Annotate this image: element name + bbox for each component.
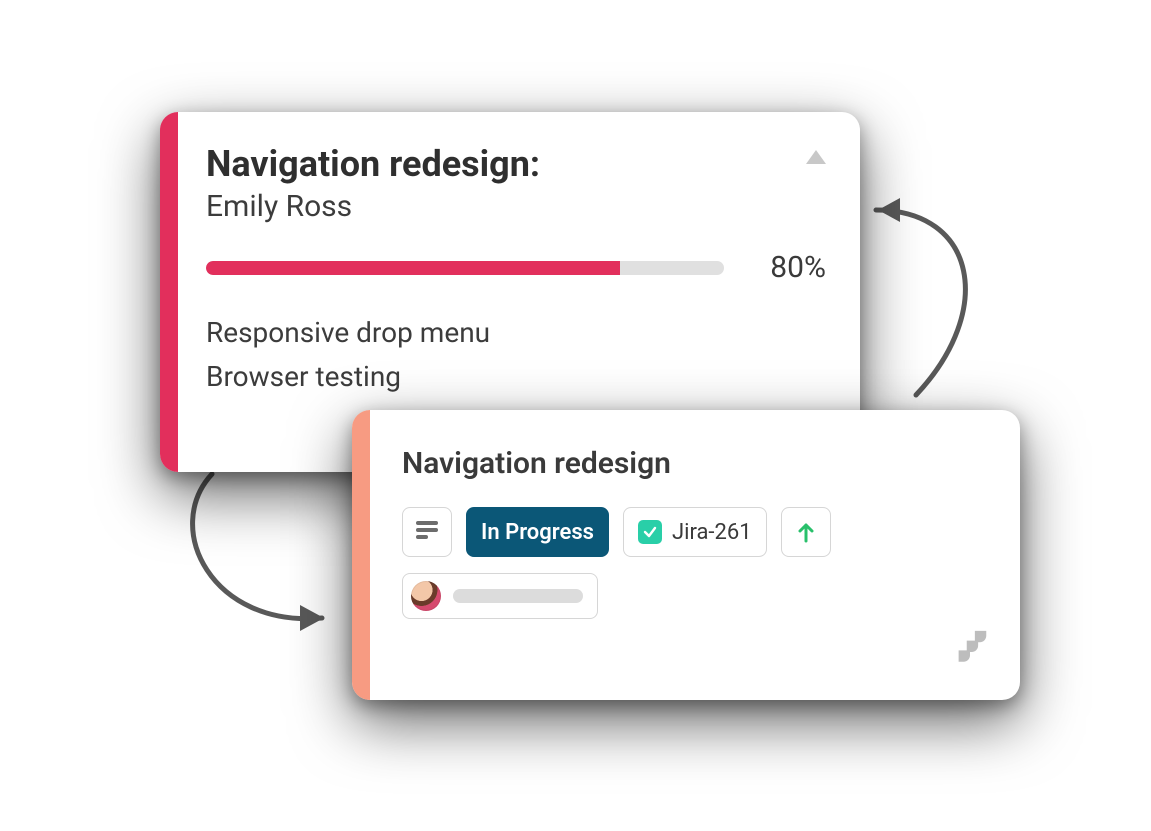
checkbox-done-icon (638, 520, 662, 544)
jira-card[interactable]: Navigation redesign In Progress (352, 410, 1020, 700)
jira-link-chip[interactable]: Jira-261 (623, 507, 767, 557)
priority-chip[interactable] (781, 507, 831, 557)
assignee-chip[interactable] (402, 573, 598, 619)
progress-fill (206, 261, 620, 275)
assignee-placeholder (453, 589, 583, 603)
jira-icon (944, 626, 996, 678)
accent-stripe (352, 410, 370, 700)
description-button[interactable] (402, 507, 452, 557)
description-icon (416, 520, 438, 545)
status-label: In Progress (481, 520, 594, 545)
accent-stripe (160, 112, 178, 472)
card-title: Navigation redesign (402, 446, 986, 481)
subtask-item: Browser testing (206, 355, 826, 398)
collapse-up-icon[interactable] (806, 150, 826, 164)
card-assignee: Emily Ross (206, 189, 540, 224)
jira-id: Jira-261 (672, 520, 752, 545)
card-title: Navigation redesign: (206, 144, 540, 185)
progress-percent: 80% (756, 250, 826, 285)
sync-arrow-bottom (172, 468, 372, 668)
status-chip[interactable]: In Progress (466, 507, 609, 557)
progress-bar (206, 261, 724, 275)
subtask-list: Responsive drop menu Browser testing (206, 311, 826, 398)
sync-arrow-top (856, 190, 1016, 430)
progress-row: 80% (206, 250, 826, 285)
avatar (411, 581, 441, 611)
arrow-up-icon (797, 521, 815, 543)
subtask-item: Responsive drop menu (206, 311, 826, 354)
